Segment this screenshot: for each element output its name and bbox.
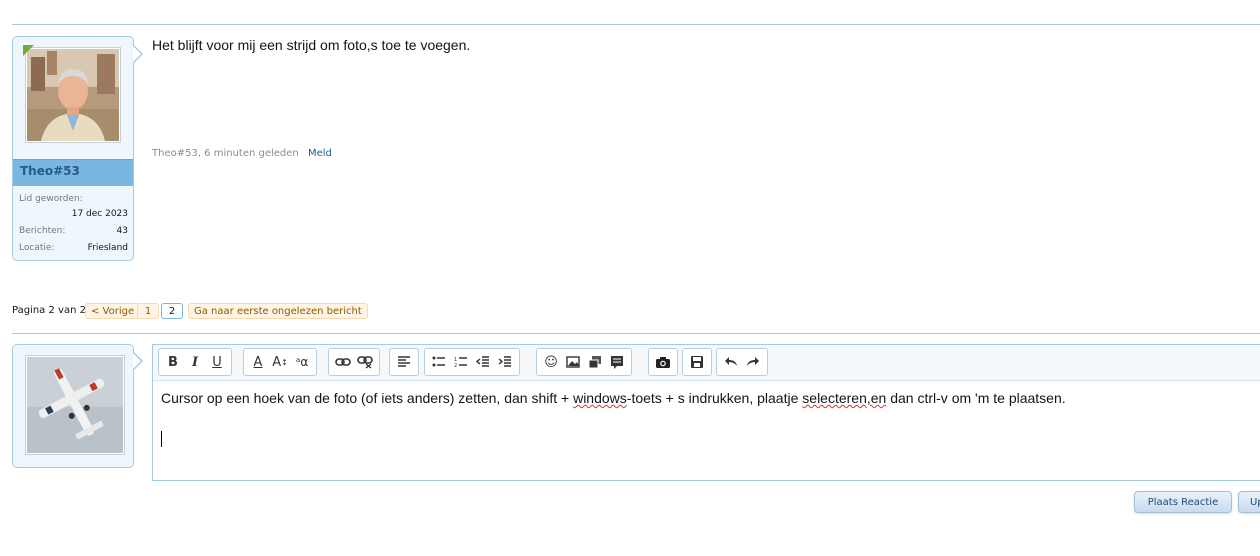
page-link-1[interactable]: 1 [137, 303, 159, 319]
info-value[interactable]: Friesland [88, 243, 128, 253]
align-left-icon[interactable] [393, 351, 415, 373]
editor-content[interactable]: Cursor op een hoek van de foto (of iets … [161, 390, 1066, 406]
unlink-icon[interactable] [354, 351, 376, 373]
message-user-info: Theo#53 Lid geworden: 17 dec 2023 Berich… [12, 36, 134, 261]
toolbar-group-photo [648, 348, 678, 376]
toolbar-group-link [328, 348, 380, 376]
underline-icon[interactable]: U [206, 351, 228, 373]
font-color-icon[interactable]: A [247, 351, 269, 373]
editor-text-segment: dan ctrl-v om 'm te plaatsen. [886, 390, 1066, 406]
toolbar-group-list: 12 [424, 348, 520, 376]
info-join-date-label: Lid geworden: [19, 194, 128, 204]
username-link[interactable]: Theo#53 [20, 164, 80, 178]
link-icon[interactable] [332, 351, 354, 373]
info-value: 17 dec 2023 [71, 209, 128, 219]
upload-button[interactable]: Up [1238, 491, 1260, 513]
toolbar-group-history [716, 348, 768, 376]
bullet-list-icon[interactable] [428, 351, 450, 373]
redo-icon[interactable] [742, 351, 764, 373]
toolbar-group-format: B I U [158, 348, 232, 376]
undo-icon[interactable] [720, 351, 742, 373]
avatar[interactable] [25, 47, 121, 143]
font-family-icon[interactable]: ᵃα [291, 351, 313, 373]
toolbar-group-align [389, 348, 419, 376]
message-body: Het blijft voor mij een strijd om foto,s… [152, 37, 471, 53]
bold-icon[interactable]: B [162, 351, 184, 373]
separator [12, 333, 1260, 334]
info-label: Berichten: [19, 226, 66, 236]
avatar-airplane-photo [27, 357, 123, 453]
info-label: Locatie: [19, 243, 55, 253]
toolbar-group-font: A A ↕ ᵃα [243, 348, 317, 376]
save-draft-icon[interactable] [686, 351, 708, 373]
outdent-icon[interactable] [472, 351, 494, 373]
page-nav-label: Pagina 2 van 2 [12, 305, 86, 316]
spellcheck-word[interactable]: selecteren,en [802, 390, 886, 406]
numbered-list-icon[interactable]: 12 [450, 351, 472, 373]
editor-text-segment: Cursor op een hoek van de foto (of iets … [161, 390, 574, 406]
reply-editor[interactable]: B I U A A ↕ ᵃα 12 ☺ Cursor op een hoek v… [152, 344, 1260, 481]
speech-arrow-fill [133, 353, 141, 369]
report-link[interactable]: Meld [308, 148, 332, 159]
code-block-icon[interactable] [606, 351, 628, 373]
editor-toolbar: B I U A A ↕ ᵃα 12 ☺ [153, 345, 1260, 381]
camera-icon[interactable] [652, 351, 674, 373]
separator [12, 24, 1260, 25]
indent-icon[interactable] [494, 351, 516, 373]
info-value[interactable]: 43 [117, 226, 128, 236]
toolbar-group-insert: ☺ [536, 348, 632, 376]
first-unread-link[interactable]: Ga naar eerste ongelezen bericht [188, 303, 368, 319]
editor-text-segment: -toets + s indrukken, plaatje [626, 390, 803, 406]
italic-icon[interactable]: I [184, 351, 206, 373]
spellcheck-word[interactable]: windows [573, 390, 627, 406]
page-link-2[interactable]: 2 [161, 303, 183, 319]
info-location: Locatie: Friesland [19, 243, 128, 253]
toolbar-group-save [682, 348, 712, 376]
post-reply-button[interactable]: Plaats Reactie [1134, 491, 1232, 513]
staff-indicator-icon [23, 45, 34, 56]
message-meta: Theo#53, 6 minuten geleden Meld [152, 148, 332, 159]
font-size-icon[interactable]: A ↕ [269, 351, 291, 373]
speech-arrow-fill [133, 46, 141, 62]
reply-user-info [12, 344, 134, 468]
info-messages: Berichten: 43 [19, 226, 128, 236]
user-photo [27, 49, 119, 141]
smiley-icon[interactable]: ☺ [540, 351, 562, 373]
media-icon[interactable] [584, 351, 606, 373]
username-bar: Theo#53 [13, 159, 133, 186]
image-icon[interactable] [562, 351, 584, 373]
text-caret [161, 431, 162, 447]
message-author-time[interactable]: Theo#53, 6 minuten geleden [152, 148, 299, 159]
reply-avatar[interactable] [25, 355, 125, 455]
prev-page-button[interactable]: < Vorige [85, 303, 141, 319]
svg-text:2: 2 [454, 363, 457, 368]
info-label: Lid geworden: [19, 194, 83, 204]
